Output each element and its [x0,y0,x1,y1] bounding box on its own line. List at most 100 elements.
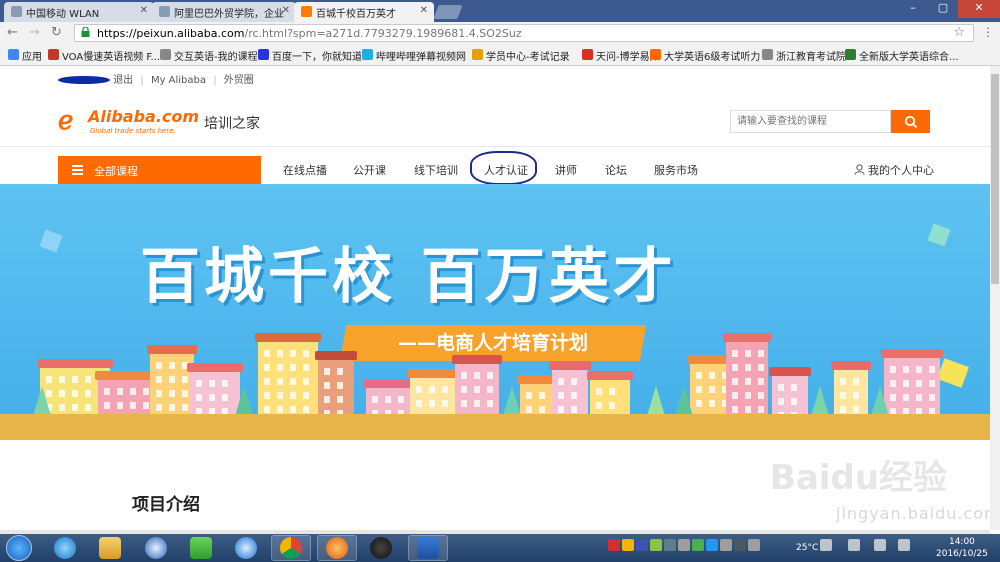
browser-tab-alibaba-academy[interactable]: 阿里巴巴外贸学院，企业 ✕ [152,2,296,22]
building-window [429,400,435,407]
volume-icon[interactable] [848,539,860,551]
network-icon[interactable] [898,539,910,551]
bookmark-item[interactable]: 天问-博学易知 [582,48,660,63]
building-window [290,378,296,385]
bookmark-star-icon[interactable]: ☆ [953,25,965,40]
tray-icon[interactable] [650,539,662,551]
banner-slogan: 百城千校 百万英才 [140,242,677,312]
tray-icon[interactable] [608,539,620,551]
divider: | [140,75,144,86]
new-tab-button[interactable] [433,5,463,19]
building-window [853,406,859,413]
building-window [104,388,110,395]
bookmark-item[interactable]: 百度一下，你就知道 [258,48,362,63]
system-clock[interactable]: 14:00 2016/10/25 [936,536,988,560]
scrollbar-thumb[interactable] [991,74,999,284]
back-icon[interactable]: ← [7,25,18,40]
building-window [264,378,270,385]
building-window [474,386,480,393]
bookmark-icon [845,49,856,60]
building-roof [587,371,633,380]
bookmark-item[interactable]: 全新版大学英语综合... [845,48,959,63]
tray-icon[interactable] [664,539,676,551]
close-tab-icon[interactable]: ✕ [282,5,290,16]
start-button[interactable] [6,535,32,561]
media-player-icon[interactable] [190,537,212,559]
building-roof [363,379,413,388]
building-window [916,394,922,401]
bookmark-label: 全新版大学英语综合... [859,52,959,63]
building-window [758,378,764,385]
building-roof [769,367,811,376]
file-explorer-icon[interactable] [99,537,121,559]
url-host: https://peixun.alibaba.com [97,27,245,40]
logout-link[interactable]: 退出 [113,75,133,86]
minimize-icon[interactable]: – [898,0,928,18]
bookmark-item[interactable]: 浙江教育考试院 [762,48,846,63]
building-window [303,364,309,371]
building-window [487,400,493,407]
nav-open-class[interactable]: 公开课 [353,162,386,178]
building-window [709,372,715,379]
vertical-scrollbar[interactable] [990,66,1000,530]
building-window [442,386,448,393]
flag-icon[interactable] [874,539,886,551]
building-window [130,402,136,409]
url-text: https://peixun.alibaba.com/rc.html?spm=a… [97,27,522,40]
wifi-icon[interactable] [820,539,832,551]
chrome-icon [280,537,302,559]
video-player-icon[interactable] [235,537,257,559]
qq-icon[interactable] [370,537,392,559]
windows-taskbar: 25°C 14:00 2016/10/25 [0,534,1000,562]
tray-icon[interactable] [692,539,704,551]
building-window [696,400,702,407]
hero-banner[interactable]: 百城千校 百万英才 ——电商人才培育计划 [0,184,990,440]
bookmark-item[interactable]: VOA慢速英语视频 F... [48,48,160,63]
building-window [182,390,188,397]
bookmark-item[interactable]: 大学英语6级考试听力 [650,48,760,63]
bookmark-item[interactable]: 学员中心-考试记录 [472,48,570,63]
tray-icon[interactable] [720,539,732,551]
close-tab-icon[interactable]: ✕ [140,5,148,16]
tray-icon[interactable] [636,539,648,551]
bookmark-label: 应用 [22,52,42,63]
tray-icon[interactable] [622,539,634,551]
forward-icon[interactable]: → [29,25,40,40]
hand-drawn-highlight-circle [470,151,537,185]
building-window [182,376,188,383]
bookmark-item[interactable]: 交互英语-我的课程 [160,48,258,63]
internet-explorer-icon[interactable] [54,537,76,559]
building-window [745,392,751,399]
tray-icon[interactable] [706,539,718,551]
k-app-icon[interactable] [145,537,167,559]
all-courses-button[interactable]: 全部课程 [58,156,261,184]
browser-tab-active[interactable]: 百城千校百万英才 ✕ [294,2,434,22]
bookmark-item[interactable]: 哔哩哔哩弹幕视频网 [362,48,466,63]
weather-temperature: 25°C [796,543,819,553]
url-input[interactable]: https://peixun.alibaba.com/rc.html?spm=a… [74,24,974,42]
building-roof [831,361,871,370]
nav-lecturers[interactable]: 讲师 [555,162,577,178]
personal-center-link[interactable]: 我的个人中心 [854,162,934,178]
building-window [571,406,577,413]
bookmark-label: 百度一下，你就知道 [272,52,362,63]
tray-icon[interactable] [734,539,746,551]
nav-online-vod[interactable]: 在线点播 [283,162,327,178]
search-button[interactable] [891,110,930,133]
maximize-icon[interactable]: ▢ [928,0,958,18]
search-input[interactable] [730,110,891,133]
tray-icon[interactable] [748,539,760,551]
tray-icon[interactable] [678,539,690,551]
nav-forum[interactable]: 论坛 [605,162,627,178]
nav-service-market[interactable]: 服务市场 [654,162,698,178]
building-window [277,392,283,399]
my-alibaba-link[interactable]: My Alibaba [151,75,206,86]
nav-offline-training[interactable]: 线下培训 [414,162,458,178]
reload-icon[interactable]: ↻ [51,25,62,40]
browser-tab-wlan[interactable]: 中国移动 WLAN ✕ [4,2,154,22]
foreign-trade-link[interactable]: 外贸圈 [224,75,254,86]
bookmark-item[interactable]: 应用 [8,48,42,63]
close-tab-icon[interactable]: ✕ [420,5,428,16]
close-window-icon[interactable]: ✕ [958,0,1000,18]
chrome-menu-icon[interactable]: ⋮ [982,25,994,39]
